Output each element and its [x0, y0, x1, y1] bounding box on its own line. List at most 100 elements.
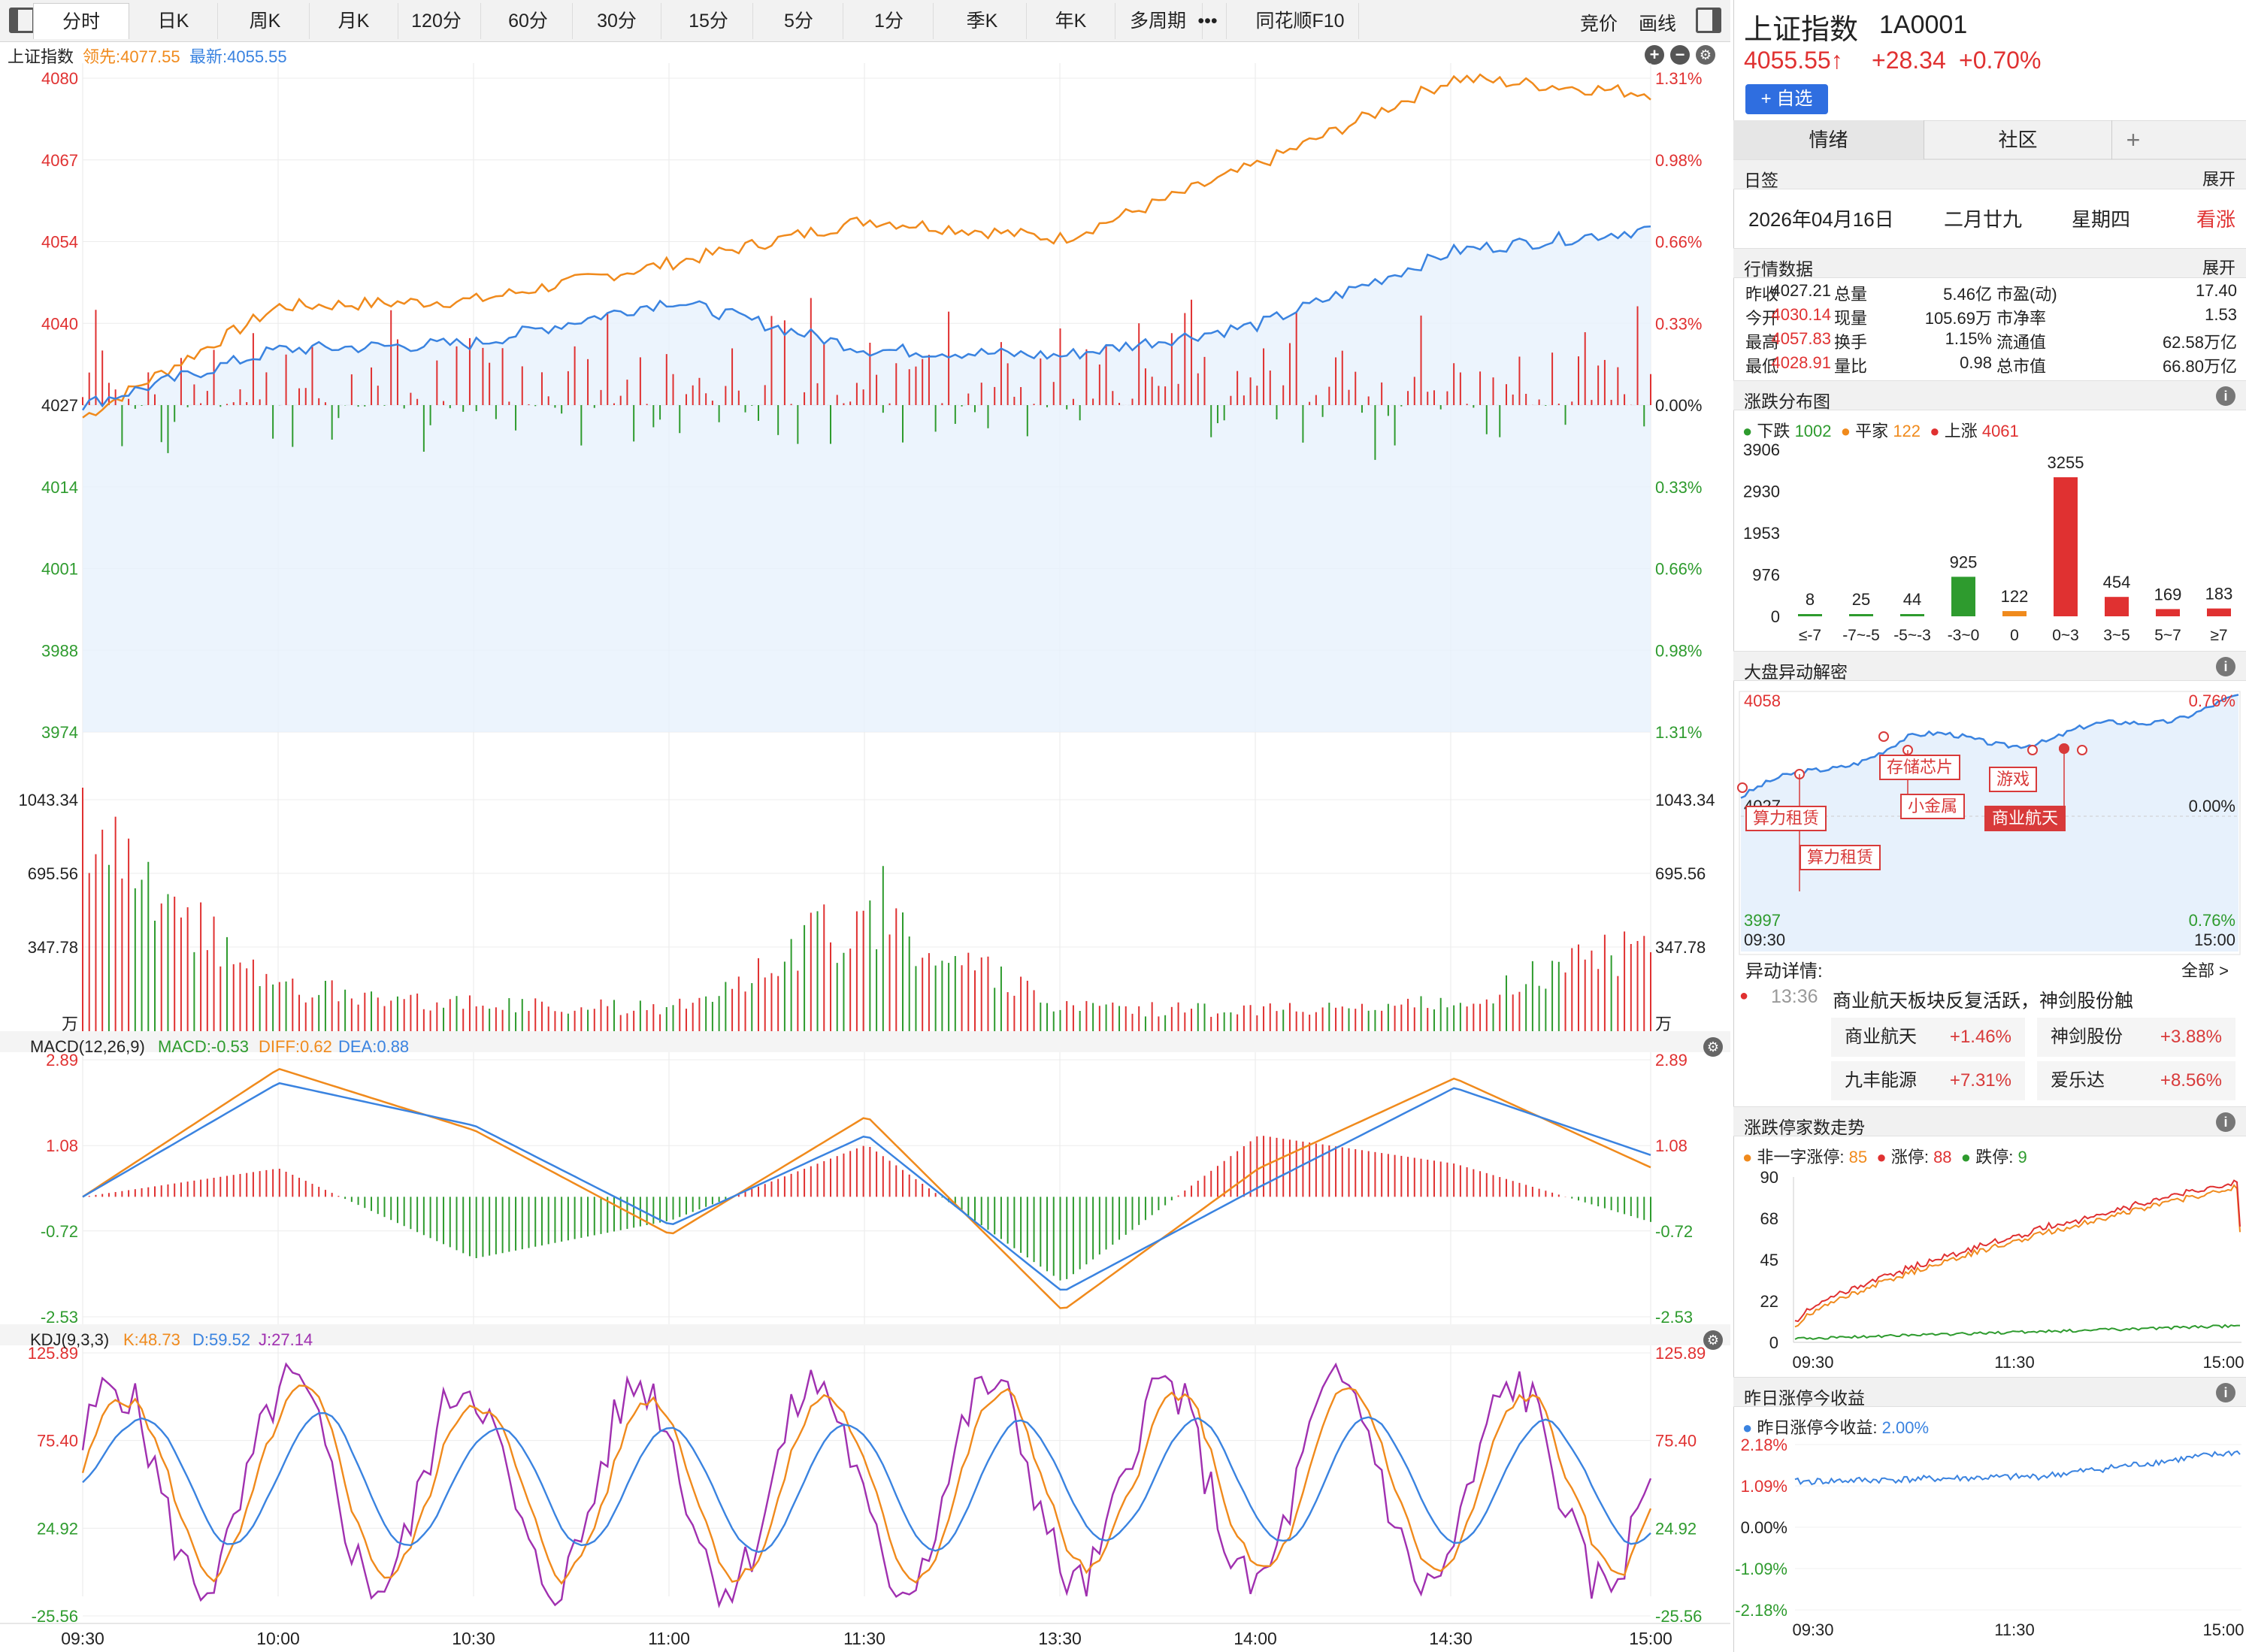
dea-line	[82, 1082, 1651, 1291]
limit-header: 涨跌停家数走势 i	[1733, 1106, 2246, 1137]
anomaly-stock-cell[interactable]: 神剑股份 +3.88%	[2037, 1018, 2235, 1057]
tab-8[interactable]: 5分	[755, 3, 843, 39]
tab-11[interactable]: 年K	[1027, 3, 1115, 39]
drawing-button[interactable]: 画线	[1639, 9, 1676, 36]
price-tick-right: 0.33%	[1655, 314, 1702, 333]
calendar-mood[interactable]: 看涨	[2196, 204, 2235, 232]
limit-time: 11:30	[1994, 1353, 2034, 1372]
tab-4[interactable]: 120分	[392, 3, 481, 39]
limit-ytick: 22	[1760, 1292, 1778, 1311]
kdj-tick-right: 125.89	[1655, 1344, 1706, 1363]
price-tick-left: 3974	[41, 723, 78, 742]
yday-ytick: 2.18%	[1741, 1436, 1787, 1454]
price-tick-left: 4014	[41, 478, 78, 497]
anomaly-info-icon[interactable]: i	[2216, 657, 2235, 676]
zoom-out-icon[interactable]: −	[1670, 45, 1690, 65]
price-tick-right: 0.00%	[1655, 396, 1702, 415]
dist-value: 25	[1852, 590, 1870, 609]
yday-time: 15:00	[2202, 1620, 2244, 1639]
macd-value: MACD:-0.53	[158, 1037, 250, 1056]
price-tick-right: 0.98%	[1655, 151, 1702, 170]
tab-7[interactable]: 15分	[664, 3, 753, 39]
auction-button[interactable]: 竞价	[1580, 9, 1618, 36]
time-label: 15:00	[1629, 1629, 1672, 1648]
yday-info-icon[interactable]: i	[2216, 1383, 2235, 1402]
dist-category: -3~0	[1948, 627, 1980, 644]
dist-ytick: 976	[1752, 566, 1780, 585]
stock-name: 商业航天	[1845, 1027, 1917, 1047]
main-chart[interactable]: 4080 1.31% 4067 0.98% 4054 0.66% 4040 0.33% 4027…	[0, 63, 1730, 1652]
macd-tick-left: -0.72	[41, 1222, 78, 1241]
tab-2[interactable]: 周K	[221, 3, 310, 39]
limit-ytick: 90	[1760, 1168, 1778, 1187]
macd-tick-right: -0.72	[1655, 1222, 1693, 1241]
anomaly-tag[interactable]: 存储芯片	[1879, 755, 1961, 780]
yday-time: 11:30	[1994, 1620, 2034, 1639]
anomaly-all-link[interactable]: 全部 >	[2181, 958, 2229, 982]
kdj-tick-right: 24.92	[1655, 1519, 1697, 1538]
quote-cell: 4027.21	[1771, 281, 1831, 300]
anomaly-stock-cell[interactable]: 爱乐达 +8.56%	[2037, 1061, 2235, 1100]
tab-sentiment[interactable]: 情绪	[1733, 120, 1924, 159]
kdj-tick-left: 24.92	[37, 1519, 78, 1538]
macd-settings-icon[interactable]: ⚙	[1703, 1037, 1723, 1057]
quote-cell: 换手	[1834, 333, 1868, 352]
tab-0[interactable]: 分时	[33, 3, 129, 39]
settings-gear-icon[interactable]: ⚙	[1696, 45, 1715, 65]
anom-ytop: 4058	[1744, 691, 1781, 710]
anomaly-tag[interactable]: 游戏	[1989, 767, 2038, 792]
tab-3[interactable]: 月K	[310, 3, 398, 39]
limit-info-icon[interactable]: i	[2216, 1112, 2235, 1132]
anom-rmid: 0.00%	[2189, 797, 2235, 815]
anomaly-headline[interactable]: 商业航天板块反复活跃，神剑股份触	[1833, 986, 2133, 1013]
quote-expand[interactable]: 展开	[2202, 255, 2235, 279]
limit-time: 09:30	[1792, 1353, 1833, 1372]
tab-1[interactable]: 日K	[129, 3, 218, 39]
index-name: 上证指数	[1744, 14, 1859, 46]
add-watchlist-button[interactable]: + 自选	[1745, 84, 1828, 114]
d-line	[82, 1411, 1651, 1554]
vol-unit-left: 万	[62, 1015, 78, 1033]
limit-ytick: 45	[1760, 1251, 1778, 1269]
dist-bar	[2105, 597, 2129, 616]
macd-tick-right: 2.89	[1655, 1051, 1688, 1070]
tab-14[interactable]: 同花顺F10	[1242, 3, 1359, 39]
kdj-settings-icon[interactable]: ⚙	[1703, 1330, 1723, 1350]
tab-10[interactable]: 季K	[938, 3, 1027, 39]
kdj-tick-right: -25.56	[1655, 1607, 1702, 1626]
anomaly-tag[interactable]: 算力租赁	[1745, 806, 1827, 831]
tab-9[interactable]: 1分	[845, 3, 934, 39]
zoom-in-icon[interactable]: +	[1645, 45, 1664, 65]
anomaly-stock-cell[interactable]: 商业航天 +1.46%	[1831, 1018, 2025, 1057]
quote-cell: 现量	[1834, 309, 1868, 328]
anomaly-tag[interactable]: 商业航天	[1984, 806, 2066, 831]
price-tick-left: 3988	[41, 641, 78, 660]
stock-name: 神剑股份	[2051, 1027, 2123, 1047]
price-tick-left: 4001	[41, 560, 78, 579]
time-label: 09:30	[61, 1629, 104, 1648]
vol-tick-right: 1043.34	[1655, 791, 1715, 809]
add-tab-icon[interactable]: +	[2112, 120, 2154, 159]
anomaly-stock-cell[interactable]: 九丰能源 +7.31%	[1831, 1061, 2025, 1100]
tab-community[interactable]: 社区	[1924, 120, 2112, 159]
tab-6[interactable]: 30分	[573, 3, 661, 39]
tab-13[interactable]: •••	[1189, 3, 1227, 39]
yday-time: 09:30	[1792, 1620, 1833, 1639]
time-label: 11:30	[843, 1629, 885, 1648]
anomaly-tag[interactable]: 算力租赁	[1800, 845, 1881, 870]
anomaly-header: 大盘异动解密 i	[1733, 651, 2246, 682]
panel-toggle-icon[interactable]	[1696, 8, 1721, 33]
anom-t1: 15:00	[2194, 930, 2235, 949]
quote-cell: 1.53	[2205, 305, 2237, 324]
anomaly-tag[interactable]: 小金属	[1900, 794, 1966, 819]
dist-info-icon[interactable]: i	[2216, 386, 2235, 406]
tab-5[interactable]: 60分	[484, 3, 573, 39]
quote-cell: 4057.83	[1771, 329, 1831, 348]
sidebar-toggle-icon[interactable]	[9, 8, 35, 33]
limit-chart: 90 68 45 22 0 09:30 11:30 15:00	[1760, 1168, 2244, 1372]
calendar-expand[interactable]: 展开	[2202, 166, 2235, 190]
index-pct: +0.70%	[1959, 47, 2042, 74]
period-toolbar: 分时 日K 周K 月K 120分 60分 30分 15分 5分 1分 季K 年K 多周期 ••• 同花顺F1…	[0, 0, 1730, 42]
dist-category: 0~3	[2052, 627, 2079, 644]
index-price: 4055.55↑	[1744, 47, 1843, 74]
